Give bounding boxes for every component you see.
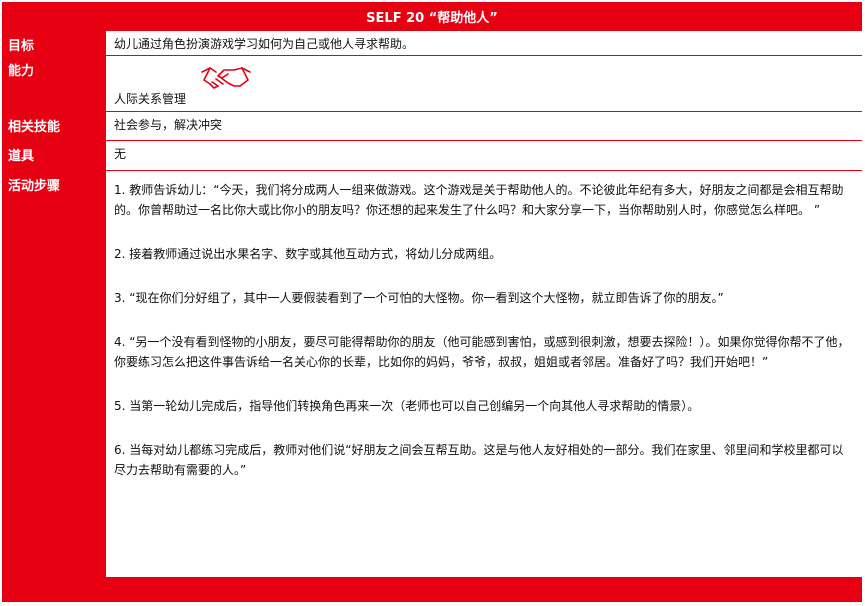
label-steps: 活动步骤 — [8, 179, 61, 194]
steps-list: 1. 教师告诉幼儿：“今天，我们将分成两人一组来做游戏。这个游戏是关于帮助他人的… — [114, 174, 854, 480]
cell-steps: 1. 教师告诉幼儿：“今天，我们将分成两人一组来做游戏。这个游戏是关于帮助他人的… — [106, 171, 862, 577]
step-item-5: 5. 当第一轮幼儿完成后，指导他们转换角色再来一次（老师也可以自己创编另一个向其… — [114, 399, 700, 413]
activity-card: SELF 20 “帮助他人” 目标 幼儿通过角色扮演游戏学习如何为自己或他人寻求… — [2, 2, 862, 602]
step-item-3: 3. “现在你们分好组了，其中一人要假装看到了一个可怕的大怪物。你一看到这个大怪… — [114, 291, 724, 305]
step-item-4: 4. “另一个没有看到怪物的小朋友，要尽可能得帮助你的朋友（他可能感到害怕，或感… — [114, 335, 850, 369]
cell-props: 无 — [106, 141, 862, 170]
label-skills: 相关技能 — [8, 120, 61, 135]
step-item-6: 6. 当每对幼儿都练习完成后，教师对他们说“好朋友之间会互帮互助。这是与他人友好… — [114, 443, 844, 477]
card-title: SELF 20 “帮助他人” — [366, 10, 498, 26]
cell-ability: 人际关系管理 — [106, 56, 862, 111]
skills-text: 社会参与，解决冲突 — [114, 118, 223, 132]
ability-text: 人际关系管理 — [114, 92, 187, 106]
handshake-icon — [201, 67, 251, 89]
props-text: 无 — [114, 147, 127, 161]
step-item-2: 2. 接着教师通过说出水果名字、数字或其他互动方式，将幼儿分成两组。 — [114, 247, 502, 261]
label-target: 目标 — [8, 39, 35, 54]
step-item-1: 1. 教师告诉幼儿：“今天，我们将分成两人一组来做游戏。这个游戏是关于帮助他人的… — [114, 183, 844, 217]
label-props: 道具 — [8, 149, 35, 164]
cell-skills: 社会参与，解决冲突 — [106, 112, 862, 140]
label-ability: 能力 — [8, 64, 35, 79]
target-text: 幼儿通过角色扮演游戏学习如何为自己或他人寻求帮助。 — [114, 37, 415, 51]
cell-target: 幼儿通过角色扮演游戏学习如何为自己或他人寻求帮助。 — [106, 31, 862, 55]
